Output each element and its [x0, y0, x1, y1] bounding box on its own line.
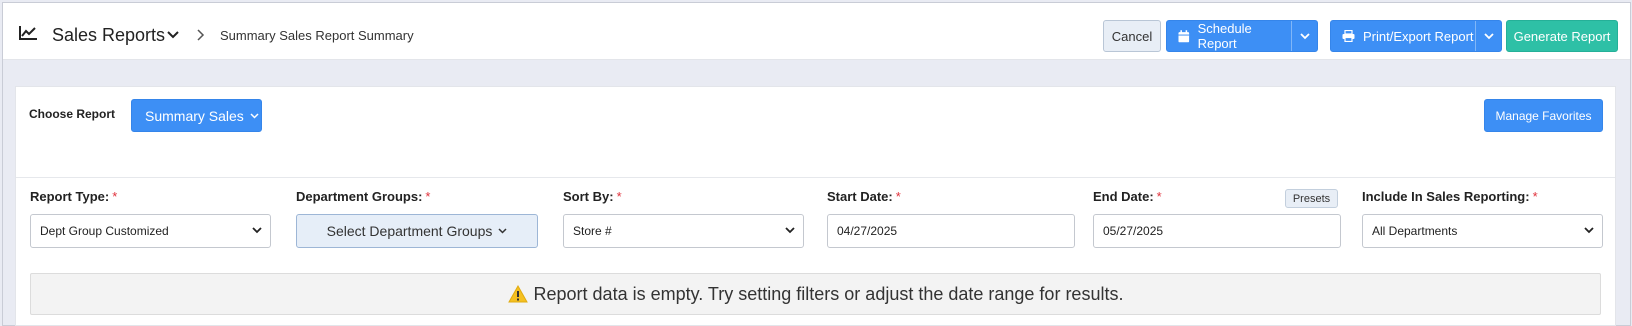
alert-message: Report data is empty. Try setting filter…	[533, 283, 1124, 304]
chevron-down-icon	[785, 227, 795, 234]
required-marker: *	[895, 189, 901, 204]
department-groups-label-text: Department Groups:	[296, 189, 423, 204]
schedule-report-button[interactable]: Schedule Report	[1166, 20, 1318, 52]
print-export-button[interactable]: Print/Export Report	[1330, 20, 1502, 52]
chevron-down-icon	[252, 227, 262, 234]
choose-report-label: Choose Report	[29, 107, 116, 121]
chevron-down-icon	[1299, 32, 1310, 39]
page-title[interactable]: Sales Reports	[52, 25, 165, 46]
department-groups-value: Select Department Groups	[326, 223, 493, 239]
report-type-value: Dept Group Customized	[40, 224, 169, 238]
department-groups-label: Department Groups: *	[296, 189, 430, 204]
chevron-down-icon	[1483, 32, 1494, 39]
include-in-sales-label: Include In Sales Reporting: *	[1362, 189, 1538, 204]
empty-data-alert: Report data is empty. Try setting filter…	[30, 273, 1601, 315]
line-chart-icon	[19, 26, 37, 40]
breadcrumb: Summary Sales Report Summary	[220, 28, 414, 43]
department-groups-select[interactable]: Select Department Groups	[296, 214, 538, 248]
print-export-label: Print/Export Report	[1363, 28, 1474, 44]
required-marker: *	[112, 189, 118, 204]
chevron-right-icon	[197, 29, 205, 41]
section-divider	[16, 177, 1615, 178]
sort-by-select[interactable]: Store #	[563, 214, 804, 248]
schedule-report-main[interactable]: Schedule Report	[1167, 21, 1291, 51]
report-type-label-text: Report Type:	[30, 189, 110, 204]
print-export-dropdown[interactable]	[1475, 21, 1501, 51]
include-in-sales-value: All Departments	[1372, 224, 1458, 238]
warning-icon	[507, 285, 528, 303]
start-date-label-text: Start Date:	[827, 189, 893, 204]
report-selector-button[interactable]: Summary Sales	[131, 99, 262, 132]
required-marker: *	[616, 189, 622, 204]
start-date-input[interactable]: 04/27/2025	[827, 214, 1075, 248]
required-marker: *	[425, 189, 431, 204]
report-type-label: Report Type: *	[30, 189, 117, 204]
cancel-button[interactable]: Cancel	[1103, 20, 1161, 52]
printer-icon	[1342, 30, 1355, 42]
sort-by-label-text: Sort By:	[563, 189, 614, 204]
date-presets-button[interactable]: Presets	[1285, 189, 1338, 208]
generate-report-button[interactable]: Generate Report	[1506, 20, 1618, 52]
chevron-down-icon	[498, 228, 507, 234]
report-type-select[interactable]: Dept Group Customized	[30, 214, 271, 248]
end-date-label-text: End Date:	[1093, 189, 1154, 204]
sort-by-label: Sort By: *	[563, 189, 622, 204]
end-date-input[interactable]: 05/27/2025	[1093, 214, 1341, 248]
schedule-report-dropdown[interactable]	[1291, 21, 1317, 51]
start-date-label: Start Date: *	[827, 189, 901, 204]
chevron-down-icon[interactable]	[166, 30, 180, 40]
chevron-down-icon	[250, 112, 259, 119]
calendar-icon	[1178, 29, 1190, 42]
required-marker: *	[1532, 189, 1538, 204]
include-in-sales-select[interactable]: All Departments	[1362, 214, 1603, 248]
chevron-down-icon	[1584, 227, 1594, 234]
required-marker: *	[1156, 189, 1162, 204]
manage-favorites-button[interactable]: Manage Favorites	[1484, 99, 1603, 132]
page-header: Sales Reports Summary Sales Report Summa…	[3, 3, 1630, 60]
schedule-report-label: Schedule Report	[1197, 21, 1252, 51]
end-date-label: End Date: *	[1093, 189, 1162, 204]
sort-by-value: Store #	[573, 224, 612, 238]
report-selector-label: Summary Sales	[145, 107, 244, 124]
print-export-main[interactable]: Print/Export Report	[1331, 21, 1475, 51]
include-in-sales-label-text: Include In Sales Reporting:	[1362, 189, 1530, 204]
